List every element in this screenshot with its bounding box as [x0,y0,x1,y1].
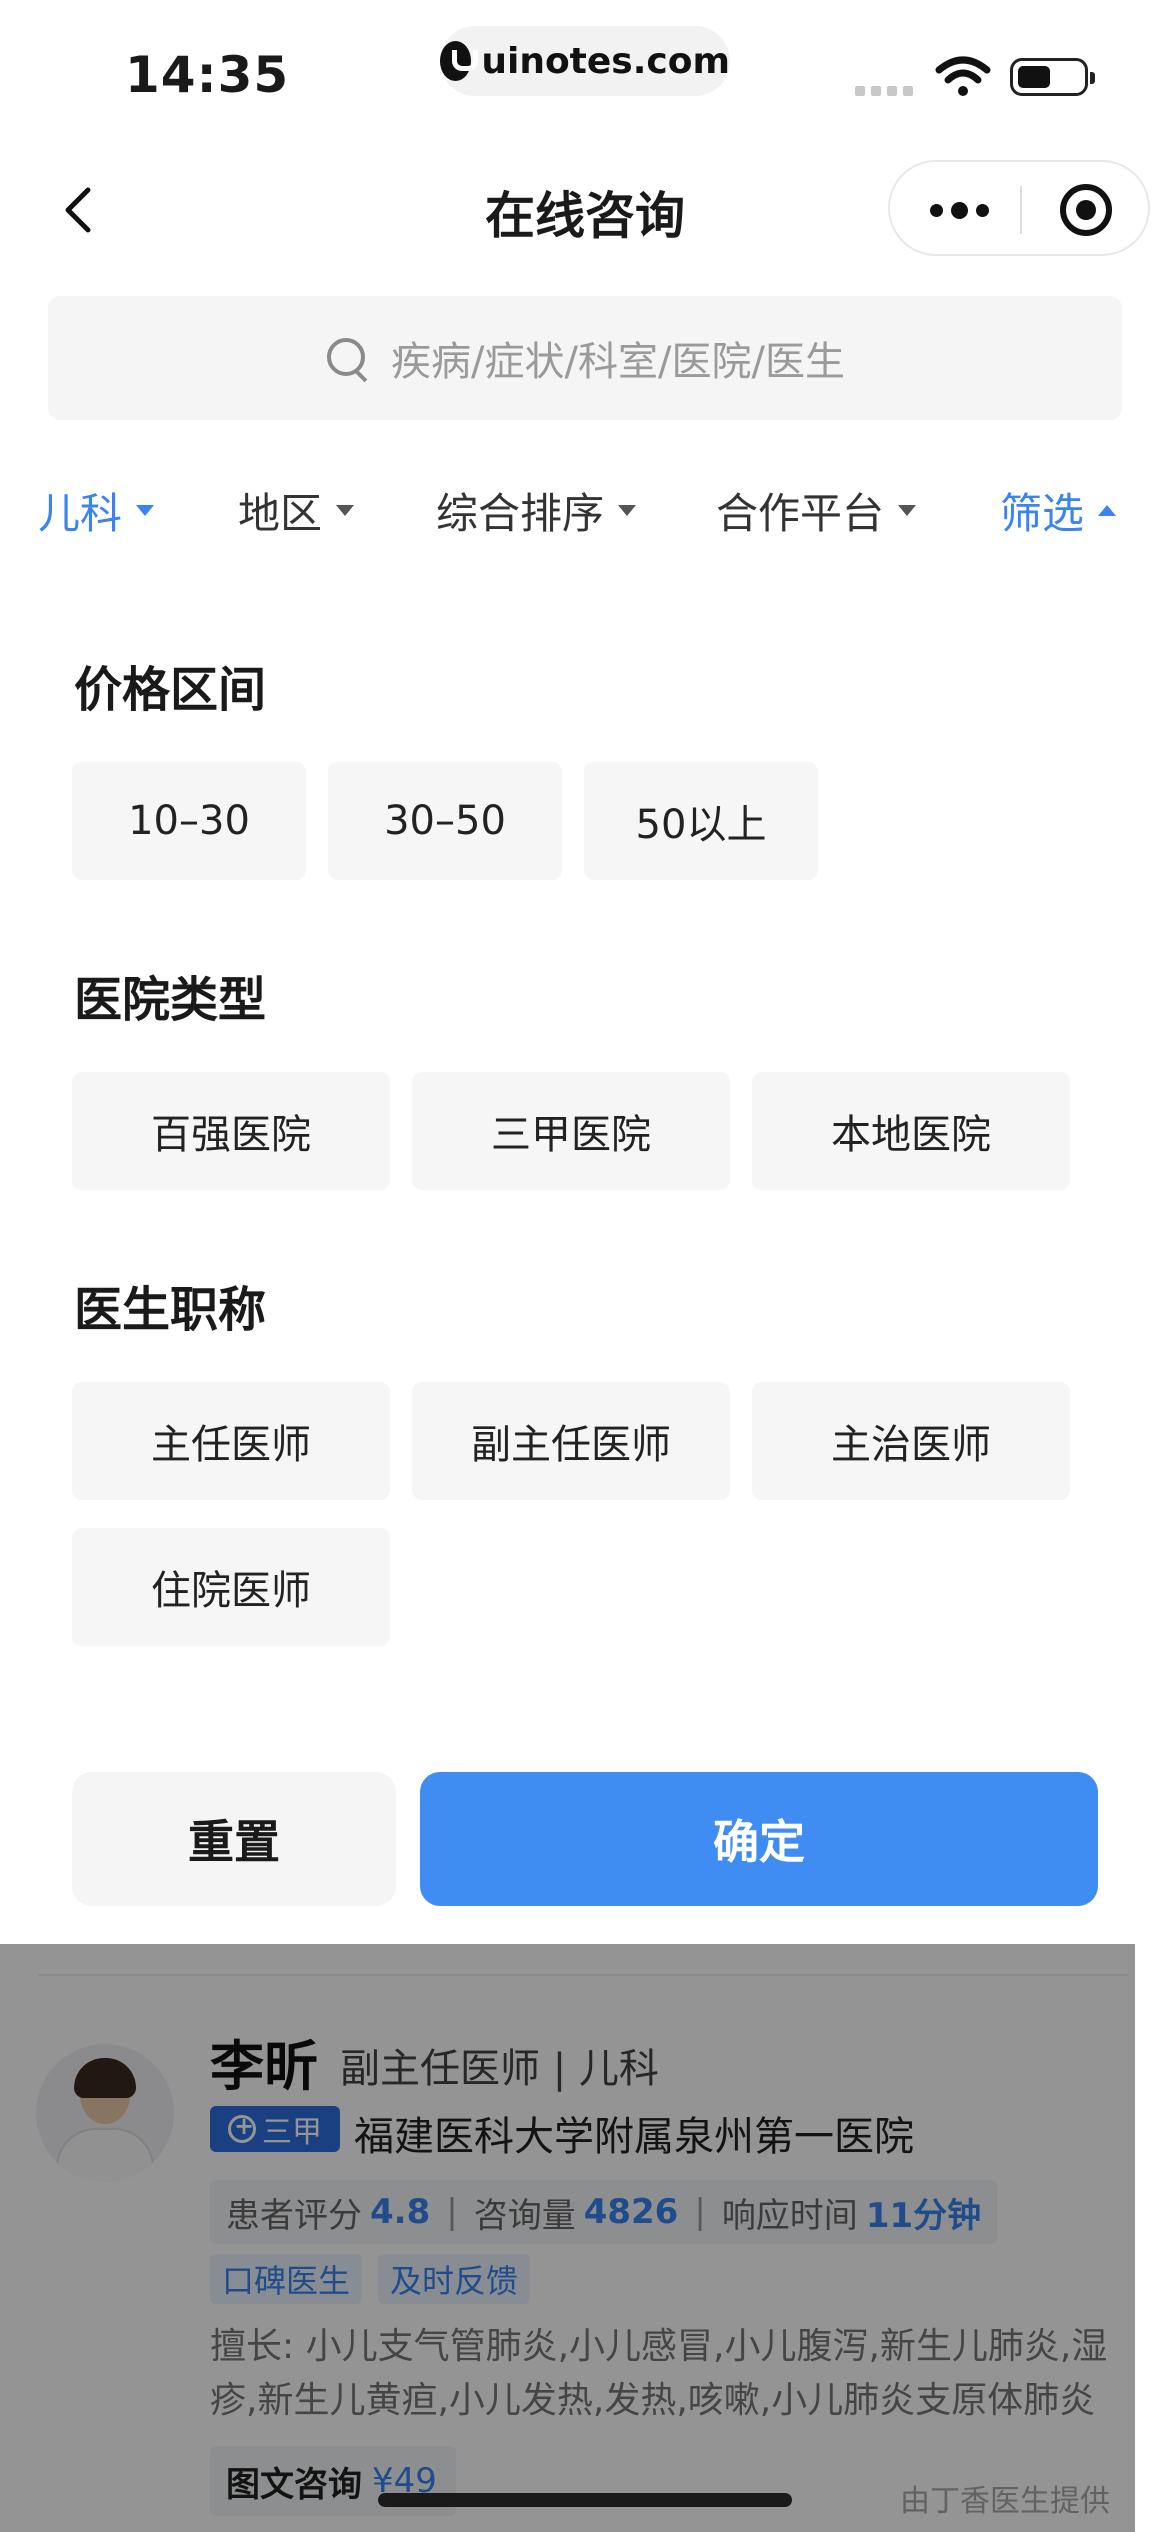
tab-filter[interactable]: 筛选 [1000,480,1117,541]
chip-attending-physician[interactable]: 主治医师 [752,1382,1070,1500]
section-title-doctor-title: 医生职称 [74,1282,267,1338]
more-dots-icon[interactable] [930,192,990,228]
caret-up-icon [1098,505,1117,516]
chip-chief-physician[interactable]: 主任医师 [72,1382,390,1500]
home-indicator [378,2493,792,2507]
chip-price-10-30[interactable]: 10–30 [72,762,306,880]
tab-region[interactable]: 地区 [238,480,355,541]
nav-bar: 在线咨询 [0,140,1170,275]
search-input[interactable]: 疾病/症状/科室/医院/医生 [48,296,1122,420]
caret-down-icon [618,505,637,516]
section-title-price: 价格区间 [74,662,267,718]
wifi-icon [935,56,991,96]
caret-down-icon [336,505,355,516]
tab-label: 筛选 [1000,489,1085,538]
status-bar: 14:35 uinotes.com [0,0,1170,140]
chip-associate-chief-physician[interactable]: 副主任医师 [412,1382,730,1500]
close-target-icon[interactable] [1060,184,1112,236]
miniprogram-capsule [888,160,1150,256]
tab-label: 综合排序 [436,489,605,538]
url-pill: uinotes.com [440,26,730,96]
url-text: uinotes.com [481,40,730,82]
caret-down-icon [136,505,155,516]
chip-resident-physician[interactable]: 住院医师 [72,1528,390,1646]
filter-tabs: 儿科 地区 综合排序 合作平台 筛选 [0,480,1170,550]
chip-grade-3a-hospital[interactable]: 三甲医院 [412,1072,730,1190]
dim-overlay[interactable] [0,1944,1135,2532]
chip-price-30-50[interactable]: 30–50 [328,762,562,880]
signal-icon [855,86,913,96]
battery-icon [1010,58,1095,96]
search-icon [325,336,369,380]
search-placeholder: 疾病/症状/科室/医院/医生 [391,339,845,385]
tab-label: 合作平台 [716,489,885,538]
tab-platform[interactable]: 合作平台 [716,480,917,541]
confirm-button[interactable]: 确定 [420,1772,1098,1906]
chip-top-hundred-hospital[interactable]: 百强医院 [72,1072,390,1190]
site-logo-icon [440,41,479,81]
status-time: 14:35 [125,46,290,104]
tab-label: 儿科 [38,489,123,538]
chip-local-hospital[interactable]: 本地医院 [752,1072,1070,1190]
chip-price-50-plus[interactable]: 50以上 [584,762,818,880]
section-title-hospital-type: 医院类型 [74,972,267,1028]
tab-department[interactable]: 儿科 [38,480,155,541]
reset-button[interactable]: 重置 [72,1772,396,1906]
caret-down-icon [898,505,917,516]
tab-sort[interactable]: 综合排序 [436,480,637,541]
tab-label: 地区 [238,489,323,538]
capsule-divider [1020,186,1022,234]
